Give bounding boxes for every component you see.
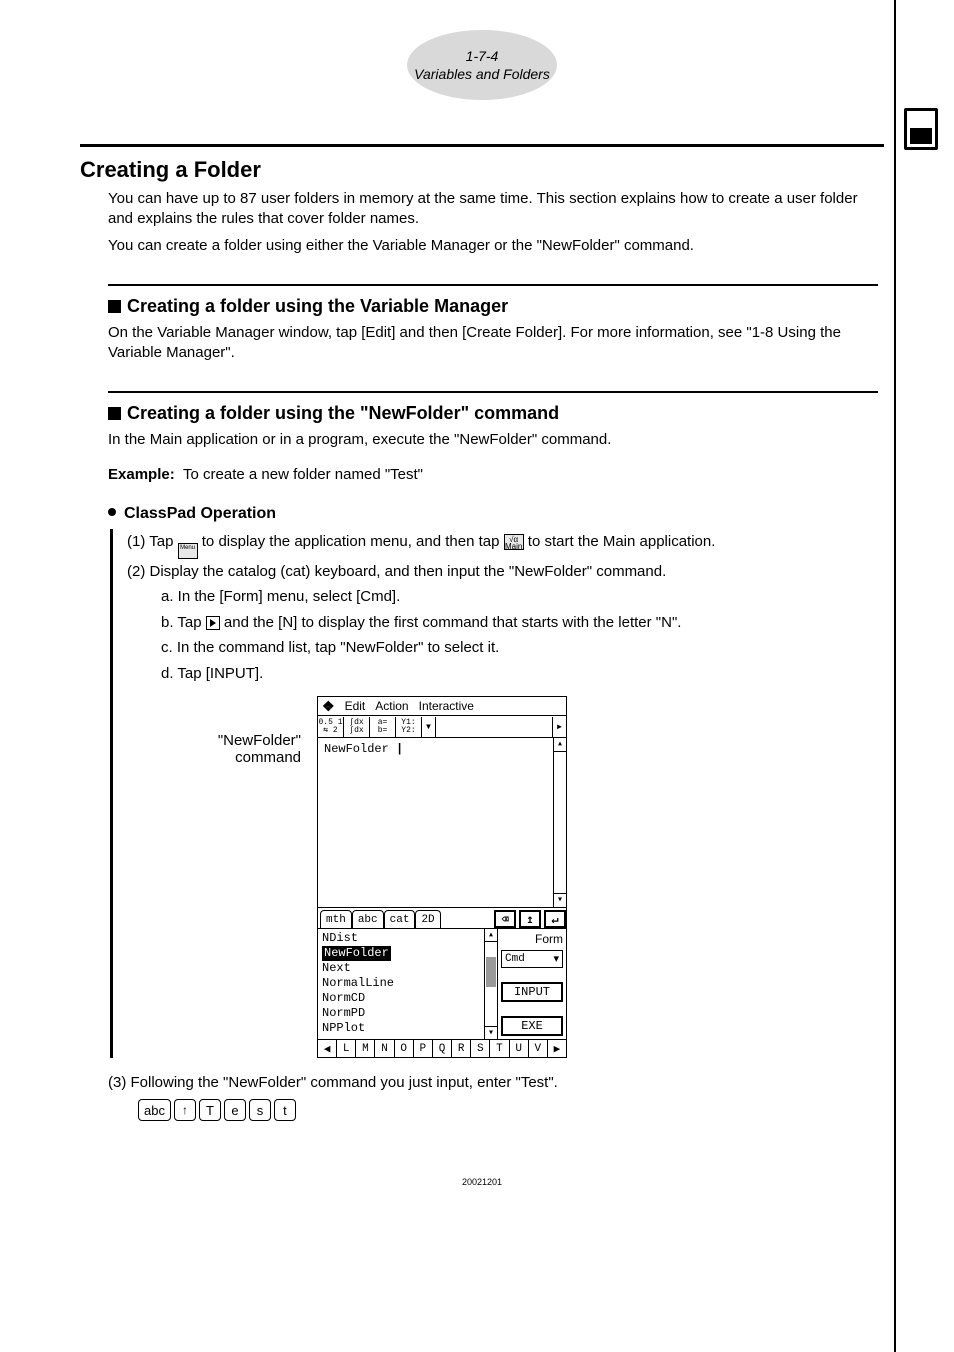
list-item[interactable]: NPPlot [322,1021,480,1036]
example-label: Example: [108,466,175,483]
subheading-newfolder-cmd: Creating a folder using the "NewFolder" … [108,403,884,424]
exe-button[interactable]: EXE [501,1016,563,1036]
scroll-down-icon[interactable]: ▾ [554,893,566,907]
tab-cat[interactable]: cat [384,910,416,928]
header-line1: 1-7-4 [466,47,499,65]
alpha-key[interactable]: S [471,1040,490,1057]
key-sequence: abc ↑ T e s t [138,1099,884,1121]
key-t: t [274,1099,296,1121]
alpha-key[interactable]: V [529,1040,548,1057]
key-T: T [199,1099,221,1121]
divider [108,284,878,286]
nf-body: In the Main application or in a program,… [108,430,884,450]
list-item[interactable]: NormCD [322,991,480,1006]
key-shift: ↑ [174,1099,196,1121]
divider [108,391,878,393]
step-3: (3) Following the "NewFolder" command yo… [108,1074,884,1091]
menu-action[interactable]: Action [375,699,408,713]
menu-icon [178,543,198,559]
catalog-keyboard: mth abc cat 2D ⌫ ↥ ↵ NDist NewFol [317,908,567,1058]
settings-menu-icon[interactable]: ❖ [322,698,335,715]
step-2c: c. In the command list, tap "NewFolder" … [161,635,884,661]
text-cursor [396,742,403,756]
tab-mth[interactable]: mth [320,910,352,928]
step-2b: b. Tap and the [N] to display the first … [161,610,884,636]
step-2: (2) Display the catalog (cat) keyboard, … [127,559,884,585]
device-toolbar: 0.5 1⇆ 2 ∫dx∫dx a=b= Y1:Y2: ▾ ▸ [317,716,567,738]
alpha-key[interactable]: R [452,1040,471,1057]
tab-2d[interactable]: 2D [415,910,440,928]
list-item[interactable]: NDist [322,931,480,946]
scroll-up-icon[interactable]: ▴ [554,738,566,752]
alpha-key[interactable]: M [356,1040,375,1057]
scroll-down-icon[interactable]: ▾ [485,1026,497,1039]
alpha-prev-icon[interactable]: ◀ [318,1040,337,1057]
work-command-text: NewFolder [324,742,396,756]
device-menubar: ❖ Edit Action Interactive [317,696,567,716]
alpha-key[interactable]: O [395,1040,414,1057]
device-screenshot: ❖ Edit Action Interactive 0.5 1⇆ 2 ∫dx∫d… [317,696,567,1058]
step-2a: a. In the [Form] menu, select [Cmd]. [161,584,884,610]
alpha-key[interactable]: L [337,1040,356,1057]
example-line: Example: To create a new folder named "T… [108,465,884,485]
menu-edit[interactable]: Edit [345,699,366,713]
input-button[interactable]: INPUT [501,982,563,1002]
subheading-variable-manager: Creating a folder using the Variable Man… [108,296,884,317]
device-workarea[interactable]: NewFolder ▴ ▾ [317,738,567,908]
alpha-key[interactable]: U [510,1040,529,1057]
key-abc: abc [138,1099,171,1121]
alpha-row: ◀ L M N O P Q R S T U V ▶ [318,1039,566,1057]
example-text: To create a new folder named "Test" [183,466,423,483]
operation-heading: ClassPad Operation [108,505,884,523]
list-scrollbar[interactable]: ▴ ▾ [485,929,498,1039]
chevron-down-icon: ▾ [553,952,559,966]
list-item[interactable]: Next [322,961,480,976]
form-dropdown[interactable]: Cmd▾ [501,950,563,968]
form-label: Form [501,932,563,946]
tab-abc[interactable]: abc [352,910,384,928]
footer-date: 20021201 [80,1177,884,1187]
work-scrollbar[interactable]: ▴ ▾ [553,738,566,907]
intro-paragraph-2: You can create a folder using either the… [108,236,884,256]
step-2d: d. Tap [INPUT]. [161,661,884,687]
scroll-thumb[interactable] [486,957,496,987]
screenshot-annotation: "NewFolder" command [127,696,317,1058]
alpha-key[interactable]: P [414,1040,433,1057]
command-list[interactable]: NDist NewFolder Next NormalLine NormCD N… [318,929,484,1038]
alpha-next-icon[interactable]: ▶ [548,1040,566,1057]
key-e: e [224,1099,246,1121]
operation-steps: (1) Tap to display the application menu,… [110,529,884,1059]
list-item[interactable]: NormalLine [322,976,480,991]
step-1: (1) Tap to display the application menu,… [127,529,884,559]
up-arrow-icon[interactable]: ↥ [519,910,541,928]
enter-icon[interactable]: ↵ [544,910,566,928]
key-s: s [249,1099,271,1121]
list-item[interactable]: NormPD [322,1006,480,1021]
toolbar-btn-3[interactable]: a=b= [370,717,396,737]
scroll-up-icon[interactable]: ▴ [485,929,497,942]
toolbar-more[interactable]: ▸ [552,717,566,737]
backspace-icon[interactable]: ⌫ [494,910,516,928]
advance-icon [206,616,220,630]
toolbar-btn-2[interactable]: ∫dx∫dx [344,717,370,737]
toolbar-btn-1[interactable]: 0.5 1⇆ 2 [318,717,344,737]
alpha-key[interactable]: T [490,1040,509,1057]
section-title: Creating a Folder [80,157,884,183]
alpha-key[interactable]: Q [433,1040,452,1057]
toolbar-dropdown[interactable]: ▾ [422,717,436,737]
vm-body: On the Variable Manager window, tap [Edi… [108,323,884,364]
alpha-key[interactable]: N [375,1040,394,1057]
menu-interactive[interactable]: Interactive [419,699,474,713]
intro-paragraph-1: You can have up to 87 user folders in me… [108,189,884,230]
page-header-badge: 1-7-4 Variables and Folders [407,30,557,100]
toolbar-btn-4[interactable]: Y1:Y2: [396,717,422,737]
main-app-icon: √αMain [504,534,524,550]
divider [80,144,884,147]
header-line2: Variables and Folders [414,65,550,83]
list-item-selected[interactable]: NewFolder [322,946,480,961]
